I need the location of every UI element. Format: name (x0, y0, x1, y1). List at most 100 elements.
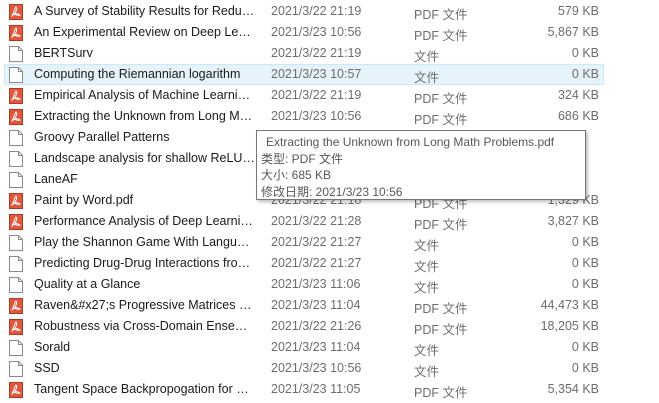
file-size: 0 KB (571, 46, 599, 60)
tooltip-title: Extracting the Unknown from Long Math Pr… (266, 135, 555, 149)
pdf-file-icon (9, 4, 23, 20)
file-size: 579 KB (557, 4, 599, 18)
file-date: 2021/3/23 11:04 (271, 340, 361, 354)
file-name: Groovy Parallel Patterns (34, 130, 170, 144)
file-row[interactable]: Tangent Space Backpropogation for Manifo… (4, 379, 604, 400)
file-size: 44,473 KB (540, 298, 599, 312)
file-row[interactable]: An Experimental Review on Deep Learning … (4, 22, 604, 43)
file-name: Tangent Space Backpropogation for Manifo… (34, 382, 256, 396)
file-date: 2021/3/23 11:06 (271, 277, 361, 291)
file-type: PDF 文件 (414, 8, 468, 22)
file-row[interactable]: Quality at a Glance 2021/3/23 11:06 文件 0 KB (4, 274, 604, 295)
file-date: 2021/3/23 10:57 (271, 67, 362, 81)
pdf-file-icon (9, 298, 23, 314)
file-type: PDF 文件 (414, 92, 468, 106)
file-date: 2021/3/22 21:26 (271, 319, 362, 333)
file-type: PDF 文件 (414, 386, 468, 400)
file-name: Predicting Drug-Drug Interactions from M… (34, 256, 256, 270)
file-date: 2021/3/22 21:27 (271, 256, 362, 270)
file-type: PDF 文件 (414, 113, 468, 127)
file-size: 686 KB (557, 109, 599, 123)
blank-file-icon (9, 151, 23, 167)
file-row[interactable]: Predicting Drug-Drug Interactions from M… (4, 253, 604, 274)
file-date: 2021/3/23 11:04 (271, 298, 361, 312)
file-name: LaneAF (34, 172, 78, 186)
file-row[interactable]: Empirical Analysis of Machine Learning M… (4, 85, 604, 106)
file-date: 2021/3/22 21:28 (271, 214, 362, 228)
file-type: 文件 (414, 50, 440, 64)
file-name: Raven&#x27;s Progressive Matrices Comple… (34, 298, 256, 312)
file-type: PDF 文件 (414, 29, 468, 43)
file-name: Landscape analysis for shallow ReLU netw… (34, 151, 256, 165)
file-type: 文件 (414, 365, 440, 379)
file-date: 2021/3/23 10:56 (271, 361, 362, 375)
file-date: 2021/3/23 10:56 (271, 25, 362, 39)
file-row[interactable]: Raven&#x27;s Progressive Matrices Comple… (4, 295, 604, 316)
pdf-file-icon (9, 382, 23, 398)
file-row[interactable]: SSD 2021/3/23 10:56 文件 0 KB (4, 358, 604, 379)
file-size: 18,205 KB (540, 319, 599, 333)
blank-file-icon (9, 172, 23, 188)
pdf-file-icon (9, 193, 23, 209)
file-size: 5,867 KB (547, 25, 599, 39)
file-size: 0 KB (571, 235, 599, 249)
file-date: 2021/3/22 21:19 (271, 88, 362, 102)
blank-file-icon (9, 361, 23, 377)
file-name: Empirical Analysis of Machine Learning M… (34, 88, 256, 102)
file-row[interactable]: Extracting the Unknown from Long Math Pr… (4, 106, 604, 127)
blank-file-icon (9, 130, 23, 146)
file-tooltip: Extracting the Unknown from Long Math Pr… (256, 130, 586, 200)
file-name: Paint by Word.pdf (34, 193, 134, 207)
pdf-file-icon (9, 319, 23, 335)
blank-file-icon (9, 340, 23, 356)
pdf-file-icon (9, 214, 23, 230)
file-type: 文件 (414, 71, 440, 85)
file-type: PDF 文件 (414, 323, 468, 337)
file-size: 3,827 KB (547, 214, 599, 228)
blank-file-icon (9, 46, 23, 62)
pdf-file-icon (9, 88, 23, 104)
file-type: PDF 文件 (414, 218, 468, 232)
file-name: An Experimental Review on Deep Learning … (34, 25, 256, 39)
file-date: 2021/3/23 11:05 (271, 382, 361, 396)
pdf-file-icon (9, 109, 23, 125)
file-size: 324 KB (557, 88, 599, 102)
file-row[interactable]: Performance Analysis of Deep Learning Wo… (4, 211, 604, 232)
file-type: 文件 (414, 344, 440, 358)
file-size: 0 KB (571, 277, 599, 291)
file-row[interactable]: Robustness via Cross-Domain Ensembles.pd… (4, 316, 604, 337)
file-type: PDF 文件 (414, 302, 468, 316)
blank-file-icon (9, 256, 23, 272)
file-size: 0 KB (571, 340, 599, 354)
tooltip-type: 类型: PDF 文件 (261, 151, 344, 166)
file-size: 0 KB (571, 256, 599, 270)
file-name: Extracting the Unknown from Long Math Pr… (34, 109, 256, 123)
file-type: 文件 (414, 239, 440, 253)
file-name: Performance Analysis of Deep Learning Wo… (34, 214, 256, 228)
file-name: Robustness via Cross-Domain Ensembles.pd… (34, 319, 256, 333)
tooltip-size: 大小: 685 KB (261, 168, 332, 182)
file-type: 文件 (414, 260, 440, 274)
file-name: Sorald (34, 340, 71, 354)
blank-file-icon (9, 235, 23, 251)
pdf-file-icon (9, 25, 23, 41)
file-date: 2021/3/23 10:56 (271, 109, 362, 123)
file-name: Play the Shannon Game With Language Mode… (34, 235, 256, 249)
blank-file-icon (9, 277, 23, 293)
file-date: 2021/3/22 21:27 (271, 235, 362, 249)
file-date: 2021/3/22 21:19 (271, 4, 362, 18)
file-date: 2021/3/22 21:19 (271, 46, 362, 60)
file-row[interactable]: Sorald 2021/3/23 11:04 文件 0 KB (4, 337, 604, 358)
file-size: 5,354 KB (547, 382, 599, 396)
file-size: 0 KB (571, 361, 599, 375)
file-name: BERTSurv (34, 46, 93, 60)
file-type: 文件 (414, 281, 440, 295)
file-row[interactable]: Play the Shannon Game With Language Mode… (4, 232, 604, 253)
blank-file-icon (9, 67, 23, 83)
file-row[interactable]: Computing the Riemannian logarithm 2021/3… (4, 64, 604, 85)
file-name: A Survey of Stability Results for Redund… (34, 4, 256, 18)
file-row[interactable]: BERTSurv 2021/3/22 21:19 文件 0 KB (4, 43, 604, 64)
file-name: SSD (34, 361, 60, 375)
file-row[interactable]: A Survey of Stability Results for Redund… (4, 1, 604, 22)
tooltip-date: 修改日期: 2021/3/23 10:56 (261, 184, 403, 199)
